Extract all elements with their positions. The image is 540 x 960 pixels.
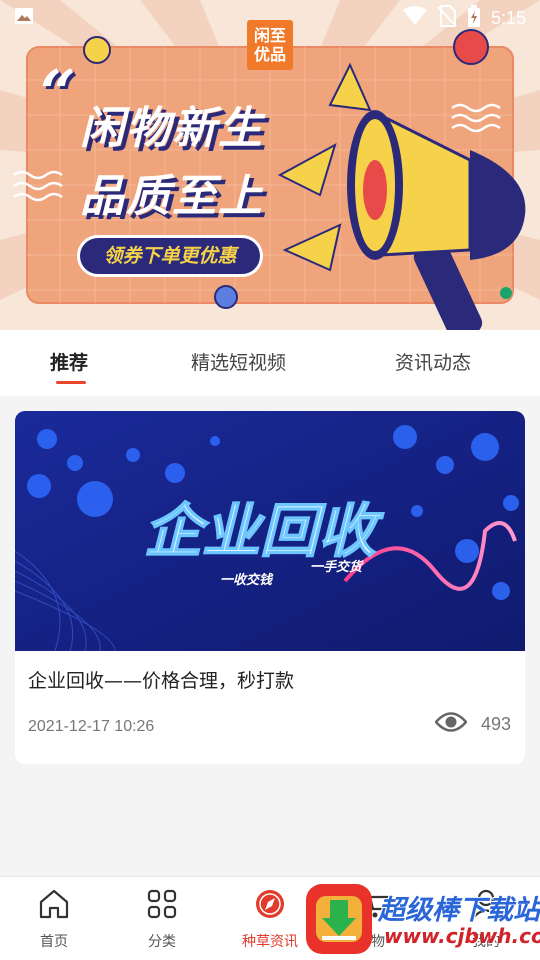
tab-short-videos[interactable]: 精选短视频	[191, 348, 286, 375]
feed: 企业回收 一收交钱 一手交货 企业回收——价格合理，秒打款 2021-12-17…	[0, 396, 540, 876]
image-sub-left: 一收交钱	[220, 572, 274, 588]
home-icon	[14, 887, 94, 923]
image-heading: 企业回收	[144, 497, 384, 565]
promo-banner[interactable]: 闲至 优品 “ 闲物新生 品质至上 领券下单更优惠	[0, 0, 540, 330]
card-image: 企业回收 一收交钱 一手交货	[15, 411, 525, 651]
watermark-url: www.cjbwh.com	[384, 924, 540, 948]
nav-label-category: 分类	[148, 934, 176, 950]
quote-mark: “	[40, 56, 76, 129]
tab-news[interactable]: 资讯动态	[395, 348, 471, 375]
card-views: 493	[434, 711, 511, 738]
brand-logo-line2: 优品	[253, 45, 286, 64]
no-sim-icon	[437, 5, 457, 31]
content-tabs: 推荐 精选短视频 资讯动态	[0, 330, 540, 396]
banner-title-line1: 闲物新生	[80, 103, 264, 154]
image-icon	[14, 7, 34, 29]
download-logo-icon	[306, 884, 372, 954]
card-title: 企业回收——价格合理，秒打款	[28, 670, 295, 692]
site-watermark: 超级棒下载站 www.cjbwh.com	[298, 880, 540, 960]
status-bar: 5:15	[0, 0, 540, 36]
card-date: 2021-12-17 10:26	[28, 718, 155, 735]
view-count: 493	[480, 714, 511, 734]
nav-label-home: 首页	[40, 934, 68, 950]
nav-item-home[interactable]: 首页	[14, 887, 94, 951]
feed-card[interactable]: 企业回收 一收交钱 一手交货 企业回收——价格合理，秒打款 2021-12-17…	[15, 411, 525, 764]
coupon-pill[interactable]: 领券下单更优惠	[77, 235, 263, 277]
status-time: 5:15	[490, 7, 526, 28]
grid-icon	[122, 887, 202, 923]
eye-icon	[434, 711, 468, 738]
image-sub-right: 一手交货	[310, 559, 364, 575]
wifi-icon	[402, 6, 427, 30]
nav-item-category[interactable]: 分类	[122, 887, 202, 951]
banner-title-line2: 品质至上	[80, 171, 264, 222]
tab-recommend[interactable]: 推荐	[50, 348, 88, 375]
watermark-text: 超级棒下载站	[378, 895, 540, 926]
active-tab-indicator	[56, 381, 86, 384]
battery-charging-icon	[467, 5, 481, 31]
